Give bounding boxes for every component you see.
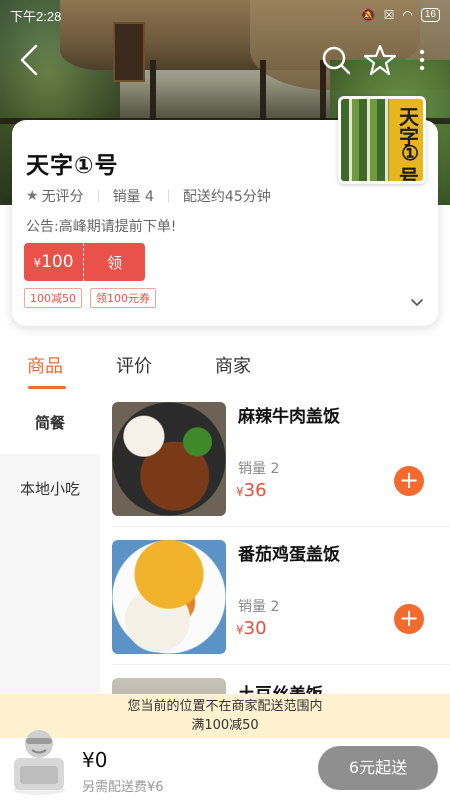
- tab-underline: [28, 386, 66, 389]
- divider: [112, 526, 450, 527]
- food-price: ¥30: [236, 618, 267, 639]
- add-to-cart-button[interactable]: +: [394, 466, 424, 496]
- shop-sales: 销量 4: [112, 189, 154, 205]
- category-item-simple-meal[interactable]: 简餐: [0, 392, 100, 454]
- shop-meta: ★ 无评分 销量 4 配送约45分钟: [26, 186, 271, 206]
- food-name: 番茄鸡蛋盖饭: [238, 545, 340, 565]
- delivery-fee: 另需配送费¥6: [82, 780, 164, 795]
- food-item[interactable]: 土豆丝盖饭: [112, 678, 450, 694]
- shop-name: 天字①号: [26, 153, 119, 179]
- add-to-cart-button[interactable]: +: [394, 604, 424, 634]
- divider: [112, 664, 450, 665]
- star-outline-icon[interactable]: [362, 42, 398, 78]
- min-order-button[interactable]: 6元起送: [318, 746, 438, 790]
- search-icon[interactable]: [318, 42, 354, 78]
- food-sales: 销量 2: [238, 599, 280, 615]
- tab-reviews[interactable]: 评价: [116, 352, 152, 378]
- mute-icon: 🔕: [360, 8, 376, 22]
- promo-tags: 100减50 领100元券: [24, 288, 156, 308]
- shop-logo: 天 字 ① 号: [338, 96, 426, 184]
- category-item-local-snacks[interactable]: 本地小吃: [0, 478, 100, 499]
- coupon-claim-button[interactable]: ¥100 领: [24, 243, 145, 281]
- more-vertical-icon[interactable]: [412, 42, 432, 78]
- coupon-claim-label: 领: [106, 253, 122, 272]
- status-time: 下午2:28: [10, 8, 62, 24]
- food-price: ¥36: [236, 480, 267, 501]
- food-item[interactable]: 麻辣牛肉盖饭 销量 2 ¥36 +: [112, 402, 450, 540]
- rating-star-icon: ★: [26, 188, 39, 204]
- food-item[interactable]: 番茄鸡蛋盖饭 销量 2 ¥30 +: [112, 540, 450, 678]
- back-arrow-icon[interactable]: [12, 40, 48, 80]
- empty-cart-mascot-icon[interactable]: [8, 722, 70, 796]
- coupon-amount: ¥100: [24, 243, 84, 281]
- shop-rating: 无评分: [41, 189, 84, 205]
- top-nav: [0, 40, 450, 80]
- food-image: [112, 402, 226, 516]
- shop-notice: 公告:高峰期请提前下单!: [26, 219, 177, 235]
- food-image: [112, 540, 226, 654]
- battery-icon: 16: [420, 8, 440, 22]
- tab-goods[interactable]: 商品: [27, 352, 63, 378]
- promo-tag: 领100元券: [90, 288, 156, 308]
- food-name: 土豆丝盖饭: [238, 680, 323, 694]
- sim-icon: ☒: [383, 8, 395, 22]
- wifi-icon: ◠: [402, 8, 413, 22]
- delivery-range-message: 您当前的位置不在商家配送范围内: [127, 699, 323, 714]
- delivery-time: 配送约45分钟: [182, 189, 271, 205]
- food-sales: 销量 2: [238, 461, 280, 477]
- cart-total: ¥0: [82, 748, 108, 772]
- food-name: 麻辣牛肉盖饭: [238, 407, 340, 427]
- food-image: [112, 678, 226, 694]
- status-bar: 下午2:28 🔕 ☒ ◠ 16: [0, 0, 450, 30]
- tab-merchant[interactable]: 商家: [215, 352, 251, 378]
- chevron-down-icon[interactable]: [410, 294, 424, 306]
- promo-tag: 100减50: [24, 288, 82, 308]
- shop-tabs: 商品 评价 商家: [0, 348, 450, 392]
